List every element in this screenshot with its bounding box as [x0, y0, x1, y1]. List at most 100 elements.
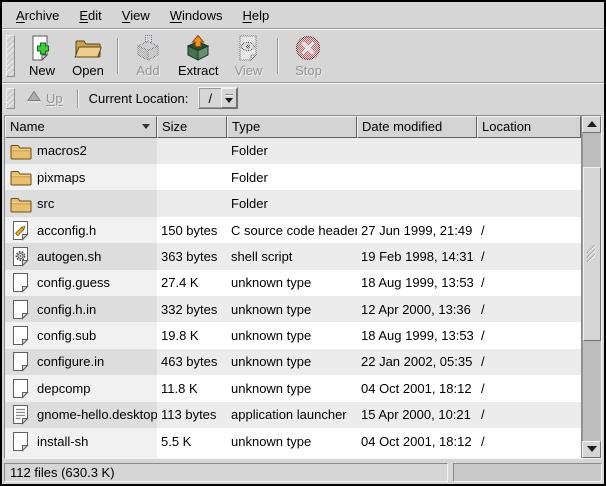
file-size: 113 bytes [157, 402, 227, 428]
file-date-modified: 12 Apr 2000, 13:36 [357, 296, 477, 322]
scroll-up-button[interactable] [582, 116, 601, 133]
file-size: 19.8 K [157, 322, 227, 348]
toolbar-button-label: Open [72, 63, 104, 78]
location-combo[interactable]: / [198, 87, 238, 109]
file-location: / [477, 402, 581, 428]
table-row[interactable]: macros2 Folder [5, 138, 581, 164]
column-header-size[interactable]: Size [157, 116, 227, 138]
column-header-location[interactable]: Location [477, 116, 581, 138]
file-size: 11.8 K [157, 375, 227, 401]
folder-icon [9, 195, 32, 213]
toolbar-drag-handle[interactable] [6, 35, 15, 76]
file-date-modified [357, 164, 477, 190]
file-location [477, 454, 581, 457]
table-row[interactable]: pixmaps Folder [5, 164, 581, 190]
file-type: unknown type [227, 270, 357, 296]
file-date-modified: 04 Oct 2001, 18:12 [357, 375, 477, 401]
toolbar: NewOpenAddExtractViewStop [2, 30, 604, 81]
location-bar-drag-handle[interactable] [6, 88, 15, 109]
toolbar-separator [117, 38, 119, 73]
table-row[interactable]: config.h.in 332 bytes unknown type 12 Ap… [5, 296, 581, 322]
menu-archive[interactable]: Archive [6, 4, 69, 27]
file-date-modified [357, 138, 477, 164]
file-name: pixmaps [37, 170, 85, 185]
chevron-down-icon [225, 98, 233, 103]
menu-help[interactable]: Help [232, 4, 279, 27]
file-type: unknown type [227, 349, 357, 375]
extract-button[interactable]: Extract [171, 32, 225, 79]
file-size: 27.4 K [157, 270, 227, 296]
column-header-name[interactable]: Name [5, 116, 157, 138]
file-date-modified [357, 190, 477, 216]
table-row[interactable]: install-sh 5.5 K unknown type 04 Oct 200… [5, 428, 581, 454]
table-row[interactable]: config.guess 27.4 K unknown type 18 Aug … [5, 270, 581, 296]
file-name: depcomp [37, 381, 90, 396]
file-name: src [37, 196, 54, 211]
file-size: 5.5 K [157, 428, 227, 454]
menu-windows[interactable]: Windows [160, 4, 233, 27]
file-size [157, 190, 227, 216]
table-row[interactable]: src Folder [5, 190, 581, 216]
file-type [227, 454, 357, 457]
column-header-date-modified[interactable]: Date modified [357, 116, 477, 138]
document-icon [9, 431, 32, 452]
table-row[interactable]: autogen.sh 363 bytes shell script 19 Feb… [5, 243, 581, 269]
location-bar: Up Current Location: / [2, 84, 604, 113]
file-size: 463 bytes [157, 349, 227, 375]
document-icon [9, 325, 32, 346]
file-name: install-sh [37, 434, 88, 449]
file-rows: macros2 Folder pixmaps Folder src Folder… [5, 138, 581, 458]
file-type: unknown type [227, 375, 357, 401]
table-row-partial[interactable] [5, 454, 581, 457]
table-row[interactable]: acconfig.h 150 bytes C source code heade… [5, 217, 581, 243]
table-row[interactable]: configure.in 463 bytes unknown type 22 J… [5, 349, 581, 375]
up-button-label: Up [46, 91, 63, 106]
column-header-type[interactable]: Type [227, 116, 357, 138]
add-button: Add [125, 32, 171, 79]
scrollbar-trough[interactable] [582, 133, 601, 441]
menu-view[interactable]: View [112, 4, 160, 27]
file-type: Folder [227, 164, 357, 190]
status-message-frame: 112 files (630.3 K) [4, 463, 448, 482]
statusbar: 112 files (630.3 K) [2, 461, 604, 484]
file-date-modified: 22 Jan 2002, 05:35 [357, 349, 477, 375]
open-button[interactable]: Open [65, 32, 111, 79]
file-name: config.guess [37, 275, 110, 290]
folder-icon [9, 142, 32, 160]
combo-dropdown-button[interactable] [221, 88, 237, 108]
location-combo-value: / [199, 88, 221, 108]
file-list-header: Name Size Type Date modified Location [5, 116, 581, 138]
add-files-icon [134, 34, 162, 61]
toolbar-button-label: Extract [178, 63, 218, 78]
extract-archive-icon [184, 34, 212, 61]
status-progress-frame [453, 463, 602, 482]
file-location [477, 190, 581, 216]
table-row[interactable]: depcomp 11.8 K unknown type 04 Oct 2001,… [5, 375, 581, 401]
scrollbar-grip-icon [586, 245, 598, 262]
table-row[interactable]: gnome-hello.desktop 113 bytes applicatio… [5, 402, 581, 428]
toolbar-separator [277, 38, 279, 73]
folder-icon [9, 168, 32, 186]
scroll-down-button[interactable] [582, 441, 601, 458]
file-size: 150 bytes [157, 217, 227, 243]
table-row[interactable]: config.sub 19.8 K unknown type 18 Aug 19… [5, 322, 581, 348]
file-location [477, 164, 581, 190]
column-header-type-label: Type [232, 119, 260, 134]
menu-edit[interactable]: Edit [69, 4, 111, 27]
file-type: shell script [227, 243, 357, 269]
vertical-scrollbar[interactable] [581, 116, 601, 458]
scroll-down-icon [587, 446, 597, 452]
file-location: / [477, 322, 581, 348]
document-icon [9, 457, 32, 458]
document-icon [9, 378, 32, 399]
file-name: config.h.in [37, 302, 96, 317]
file-name: macros2 [37, 143, 87, 158]
file-date-modified: 18 Aug 1999, 13:53 [357, 270, 477, 296]
scrollbar-thumb[interactable] [583, 167, 601, 341]
file-type: Folder [227, 190, 357, 216]
new-button[interactable]: New [19, 32, 65, 79]
file-name: acconfig.h [37, 223, 96, 238]
new-archive-icon [28, 34, 56, 61]
current-location-label: Current Location: [85, 91, 195, 106]
file-name: configure.in [37, 354, 104, 369]
